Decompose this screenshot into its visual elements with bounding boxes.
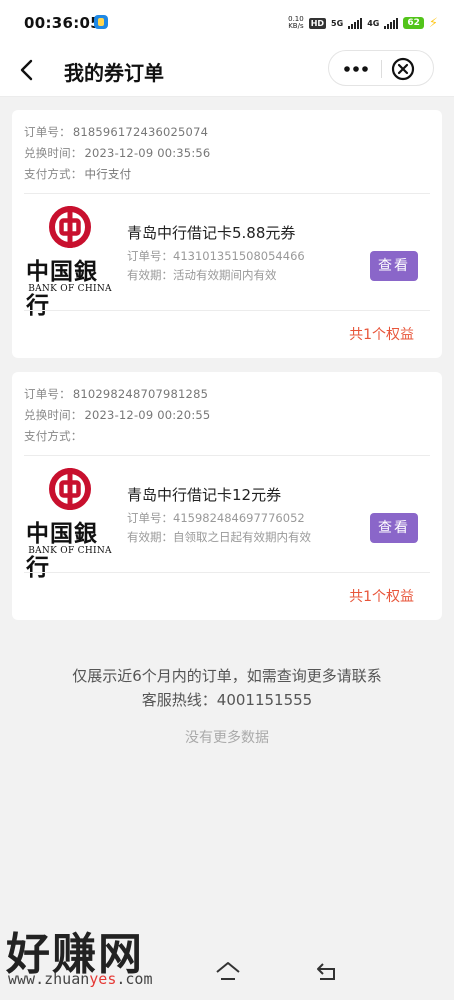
benefit-count: 共1个权益 xyxy=(349,327,414,343)
redeem-time-label: 兑换时间： xyxy=(24,408,83,422)
page-title: 我的券订单 xyxy=(64,61,164,85)
hd-badge: HD xyxy=(308,17,327,29)
nav-bar: 我的券订单 xyxy=(0,46,454,97)
mini-program-capsule xyxy=(328,50,434,86)
signal-icon xyxy=(348,17,363,29)
capsule-divider xyxy=(381,60,382,78)
network-type-5g: 5G xyxy=(331,18,344,28)
more-dots-icon[interactable] xyxy=(342,61,370,77)
order-number-label: 订单号： xyxy=(24,387,71,401)
redeem-time-row: 兑换时间： 2023-12-09 00:20:55 xyxy=(24,407,210,423)
watermark-url-highlight: yes xyxy=(89,970,117,988)
close-circle-icon[interactable] xyxy=(391,57,415,81)
order-card: 订单号： 818596172436025074 兑换时间： 2023-12-09 0… xyxy=(12,110,442,358)
boc-emblem-icon xyxy=(49,206,91,248)
validity: 自领取之日起有效期内有效 xyxy=(173,530,311,544)
divider xyxy=(24,572,430,573)
validity-label: 有效期： xyxy=(127,268,173,282)
item-number: 413101351508054466 xyxy=(173,249,305,263)
payment-method-label: 支付方式： xyxy=(24,429,83,443)
watermark-url-part: www.zhuan xyxy=(8,970,90,988)
status-time: 00:36:05 xyxy=(24,14,102,32)
validity-row: 有效期：活动有效期间内有效 xyxy=(127,267,277,283)
watermark-url-part: .com xyxy=(116,970,153,988)
order-number-row: 订单号： 810298248707981285 xyxy=(24,386,208,402)
benefit-count: 共1个权益 xyxy=(349,589,414,605)
validity-label: 有效期： xyxy=(127,530,173,544)
status-indicators: 0.10 KB/s HD 5G 4G 62 ⚡ xyxy=(288,14,438,32)
payment-method-row: 支付方式： 中行支付 xyxy=(24,166,131,182)
watermark: 好赚网 www.zhuanyes.com xyxy=(0,918,200,1000)
bank-logo-english: BANK OF CHINA xyxy=(28,546,112,556)
bank-of-china-logo: 中国銀行 BANK OF CHINA xyxy=(22,206,118,319)
network-type-4g: 4G xyxy=(367,18,380,28)
order-number-label: 订单号： xyxy=(24,125,71,139)
order-number: 810298248707981285 xyxy=(72,387,209,401)
battery-indicator: 62 xyxy=(403,17,424,29)
network-speed-unit: KB/s xyxy=(288,22,304,30)
redeem-time: 2023-12-09 00:35:56 xyxy=(84,146,211,160)
signal-icon xyxy=(384,17,399,29)
payment-method-row: 支付方式： xyxy=(24,428,85,444)
product-name: 青岛中行借记卡12元券 xyxy=(127,486,282,504)
redeem-time-label: 兑换时间： xyxy=(24,146,83,160)
app-notification-icon xyxy=(94,15,108,29)
order-number: 818596172436025074 xyxy=(72,125,209,139)
hotline-text: 客服热线：4001151555 xyxy=(141,691,313,709)
redeem-time: 2023-12-09 00:20:55 xyxy=(84,408,211,422)
order-number-row: 订单号： 818596172436025074 xyxy=(24,124,208,140)
item-number-label: 订单号： xyxy=(127,249,173,263)
payment-method: 中行支付 xyxy=(84,167,132,181)
network-speed: 0.10 KB/s xyxy=(288,16,304,30)
system-back-icon[interactable] xyxy=(314,960,342,984)
item-number-row: 订单号：413101351508054466 xyxy=(127,248,305,264)
charging-icon: ⚡ xyxy=(428,15,438,31)
back-arrow-icon[interactable] xyxy=(14,56,42,84)
validity: 活动有效期间内有效 xyxy=(173,268,277,282)
item-number-label: 订单号： xyxy=(127,511,173,525)
divider xyxy=(24,310,430,311)
product-name: 青岛中行借记卡5.88元券 xyxy=(127,224,296,242)
item-number: 415982484697776052 xyxy=(173,511,305,525)
order-card: 订单号： 810298248707981285 兑换时间： 2023-12-09 0… xyxy=(12,372,442,620)
home-icon[interactable] xyxy=(214,960,242,984)
view-button[interactable]: 查看 xyxy=(370,513,418,543)
view-button[interactable]: 查看 xyxy=(370,251,418,281)
divider xyxy=(24,193,430,194)
boc-emblem-icon xyxy=(49,468,91,510)
bank-logo-english: BANK OF CHINA xyxy=(28,284,112,294)
validity-row: 有效期：自领取之日起有效期内有效 xyxy=(127,529,311,545)
status-bar: 00:36:05 0.10 KB/s HD 5G 4G 62 ⚡ xyxy=(0,0,454,46)
no-more-data: 没有更多数据 xyxy=(185,730,269,746)
notice-text: 仅展示近6个月内的订单，如需查询更多请联系 xyxy=(72,667,382,685)
divider xyxy=(24,455,430,456)
bank-of-china-logo: 中国銀行 BANK OF CHINA xyxy=(22,468,118,581)
redeem-time-row: 兑换时间： 2023-12-09 00:35:56 xyxy=(24,145,210,161)
payment-method-label: 支付方式： xyxy=(24,167,83,181)
watermark-url: www.zhuanyes.com xyxy=(8,970,153,988)
item-number-row: 订单号：415982484697776052 xyxy=(127,510,305,526)
